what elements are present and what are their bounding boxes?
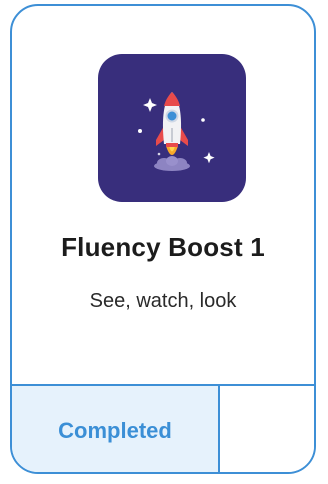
lesson-title: Fluency Boost 1: [61, 232, 265, 262]
lesson-footer: Completed: [12, 384, 314, 472]
lesson-icon-tile: [98, 54, 246, 202]
lesson-subtitle: See, watch, look: [89, 290, 237, 312]
status-badge: Completed: [12, 386, 220, 472]
rocket-icon: [138, 92, 215, 171]
lesson-card[interactable]: Fluency Boost 1 See, watch, look Complet…: [10, 4, 316, 474]
status-label: Completed: [58, 418, 172, 443]
footer-empty-cell[interactable]: [220, 386, 314, 472]
